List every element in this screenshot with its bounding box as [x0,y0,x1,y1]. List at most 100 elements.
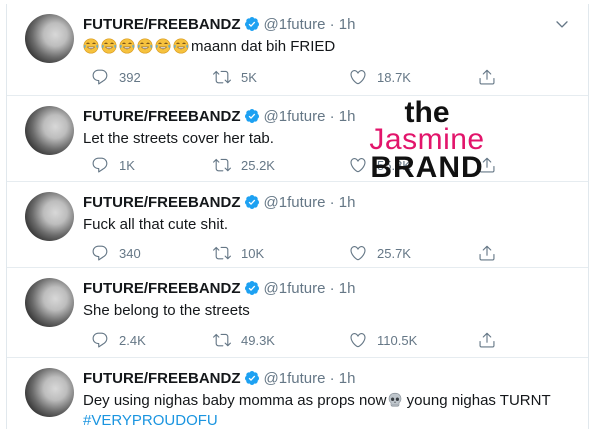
verified-badge-icon [244,280,260,296]
avatar[interactable] [25,106,74,155]
timestamp[interactable]: 1h [339,16,356,33]
handle[interactable]: @1future [264,16,326,33]
retweet-count: 5K [241,69,257,85]
tweet-actions: 392 5K 18.7K [83,68,493,88]
like-count: 55.8K [377,157,411,173]
timestamp[interactable]: 1h [339,280,356,297]
retweet-button[interactable]: 49.3K [213,331,275,349]
like-button[interactable]: 18.7K [349,68,411,86]
tears-of-joy-emoji [155,38,171,54]
avatar[interactable] [25,14,74,63]
like-icon [349,156,367,174]
tweet-text-body: Dey using nighas baby momma as props now [83,392,387,409]
retweet-icon [213,68,231,86]
tweet-text: Let the streets cover her tab. [83,130,274,147]
timeline: FUTURE/FREEBANDZ @1future · 1h maann dat … [6,4,589,429]
display-name[interactable]: FUTURE/FREEBANDZ [83,108,241,125]
tears-of-joy-emoji [119,38,135,54]
reply-count: 2.4K [119,332,146,348]
tweet-3[interactable]: FUTURE/FREEBANDZ @1future · 1h Fuck all t… [7,182,588,268]
display-name[interactable]: FUTURE/FREEBANDZ [83,370,241,387]
retweet-button[interactable]: 25.2K [213,156,275,174]
timestamp[interactable]: 1h [339,370,356,387]
retweet-icon [213,156,231,174]
share-icon [478,156,496,174]
timestamp[interactable]: 1h [339,194,356,211]
retweet-icon [213,331,231,349]
retweet-button[interactable]: 10K [213,244,264,262]
separator-dot: · [329,108,335,125]
share-icon [478,331,496,349]
like-button[interactable]: 110.5K [349,331,417,349]
handle[interactable]: @1future [264,280,326,297]
share-icon [478,244,496,262]
reply-count: 340 [119,245,141,261]
tweet-header: FUTURE/FREEBANDZ @1future · 1h [83,280,355,298]
tweet-text-continued: young nighas TURNT [402,392,551,409]
tears-of-joy-emoji [137,38,153,54]
retweet-count: 25.2K [241,157,275,173]
like-count: 25.7K [377,245,411,261]
verified-badge-icon [244,108,260,124]
reply-count: 1K [119,157,135,173]
avatar[interactable] [25,368,74,417]
tweet-2[interactable]: FUTURE/FREEBANDZ @1future · 1h Let the st… [7,96,588,182]
verified-badge-icon [244,16,260,32]
tweet-text: Fuck all that cute shit. [83,216,229,233]
retweet-icon [213,244,231,262]
separator-dot: · [329,370,335,387]
like-button[interactable]: 55.8K [349,156,411,174]
reply-button[interactable]: 2.4K [91,331,146,349]
share-button[interactable] [478,244,506,262]
reply-icon [91,68,109,86]
share-button[interactable] [478,156,506,174]
handle[interactable]: @1future [264,370,326,387]
avatar[interactable] [25,192,74,241]
timestamp[interactable]: 1h [339,108,356,125]
hashtag-link[interactable]: #VERYPROUDOFU [83,412,218,429]
tears-of-joy-emoji [83,38,99,54]
display-name[interactable]: FUTURE/FREEBANDZ [83,194,241,211]
retweet-button[interactable]: 5K [213,68,257,86]
share-icon [478,68,496,86]
tweet-actions: 340 10K 25.7K [83,244,493,264]
skull-emoji [387,392,403,408]
share-button[interactable] [478,331,506,349]
tweet-5[interactable]: FUTURE/FREEBANDZ @1future · 1h Dey using … [7,358,588,429]
display-name[interactable]: FUTURE/FREEBANDZ [83,16,241,33]
tweet-header: FUTURE/FREEBANDZ @1future · 1h [83,370,355,388]
like-icon [349,244,367,262]
reply-button[interactable]: 1K [91,156,135,174]
display-name[interactable]: FUTURE/FREEBANDZ [83,280,241,297]
tweet-text-body: maann dat bih FRIED [191,38,336,55]
verified-badge-icon [244,370,260,386]
tweet-1[interactable]: FUTURE/FREEBANDZ @1future · 1h maann dat … [7,4,588,96]
share-button[interactable] [478,68,506,86]
reply-button[interactable]: 340 [91,244,141,262]
like-icon [349,68,367,86]
reply-icon [91,244,109,262]
like-icon [349,331,367,349]
verified-badge-icon [244,194,260,210]
tears-of-joy-emoji [101,38,117,54]
tweet-header: FUTURE/FREEBANDZ @1future · 1h [83,16,355,34]
chevron-down-icon[interactable] [554,16,570,32]
separator-dot: · [329,280,335,297]
tears-of-joy-emoji [173,38,189,54]
handle[interactable]: @1future [264,194,326,211]
like-button[interactable]: 25.7K [349,244,411,262]
like-count: 18.7K [377,69,411,85]
handle[interactable]: @1future [264,108,326,125]
avatar[interactable] [25,278,74,327]
tweet-text: She belong to the streets [83,302,250,319]
reply-button[interactable]: 392 [91,68,141,86]
retweet-count: 49.3K [241,332,275,348]
reply-icon [91,156,109,174]
tweet-4[interactable]: FUTURE/FREEBANDZ @1future · 1h She belong… [7,268,588,358]
tweet-header: FUTURE/FREEBANDZ @1future · 1h [83,108,355,126]
tweet-text: maann dat bih FRIED [83,37,335,57]
like-count: 110.5K [377,332,418,348]
separator-dot: · [329,16,335,33]
tweet-header: FUTURE/FREEBANDZ @1future · 1h [83,194,355,212]
retweet-count: 10K [241,245,265,261]
